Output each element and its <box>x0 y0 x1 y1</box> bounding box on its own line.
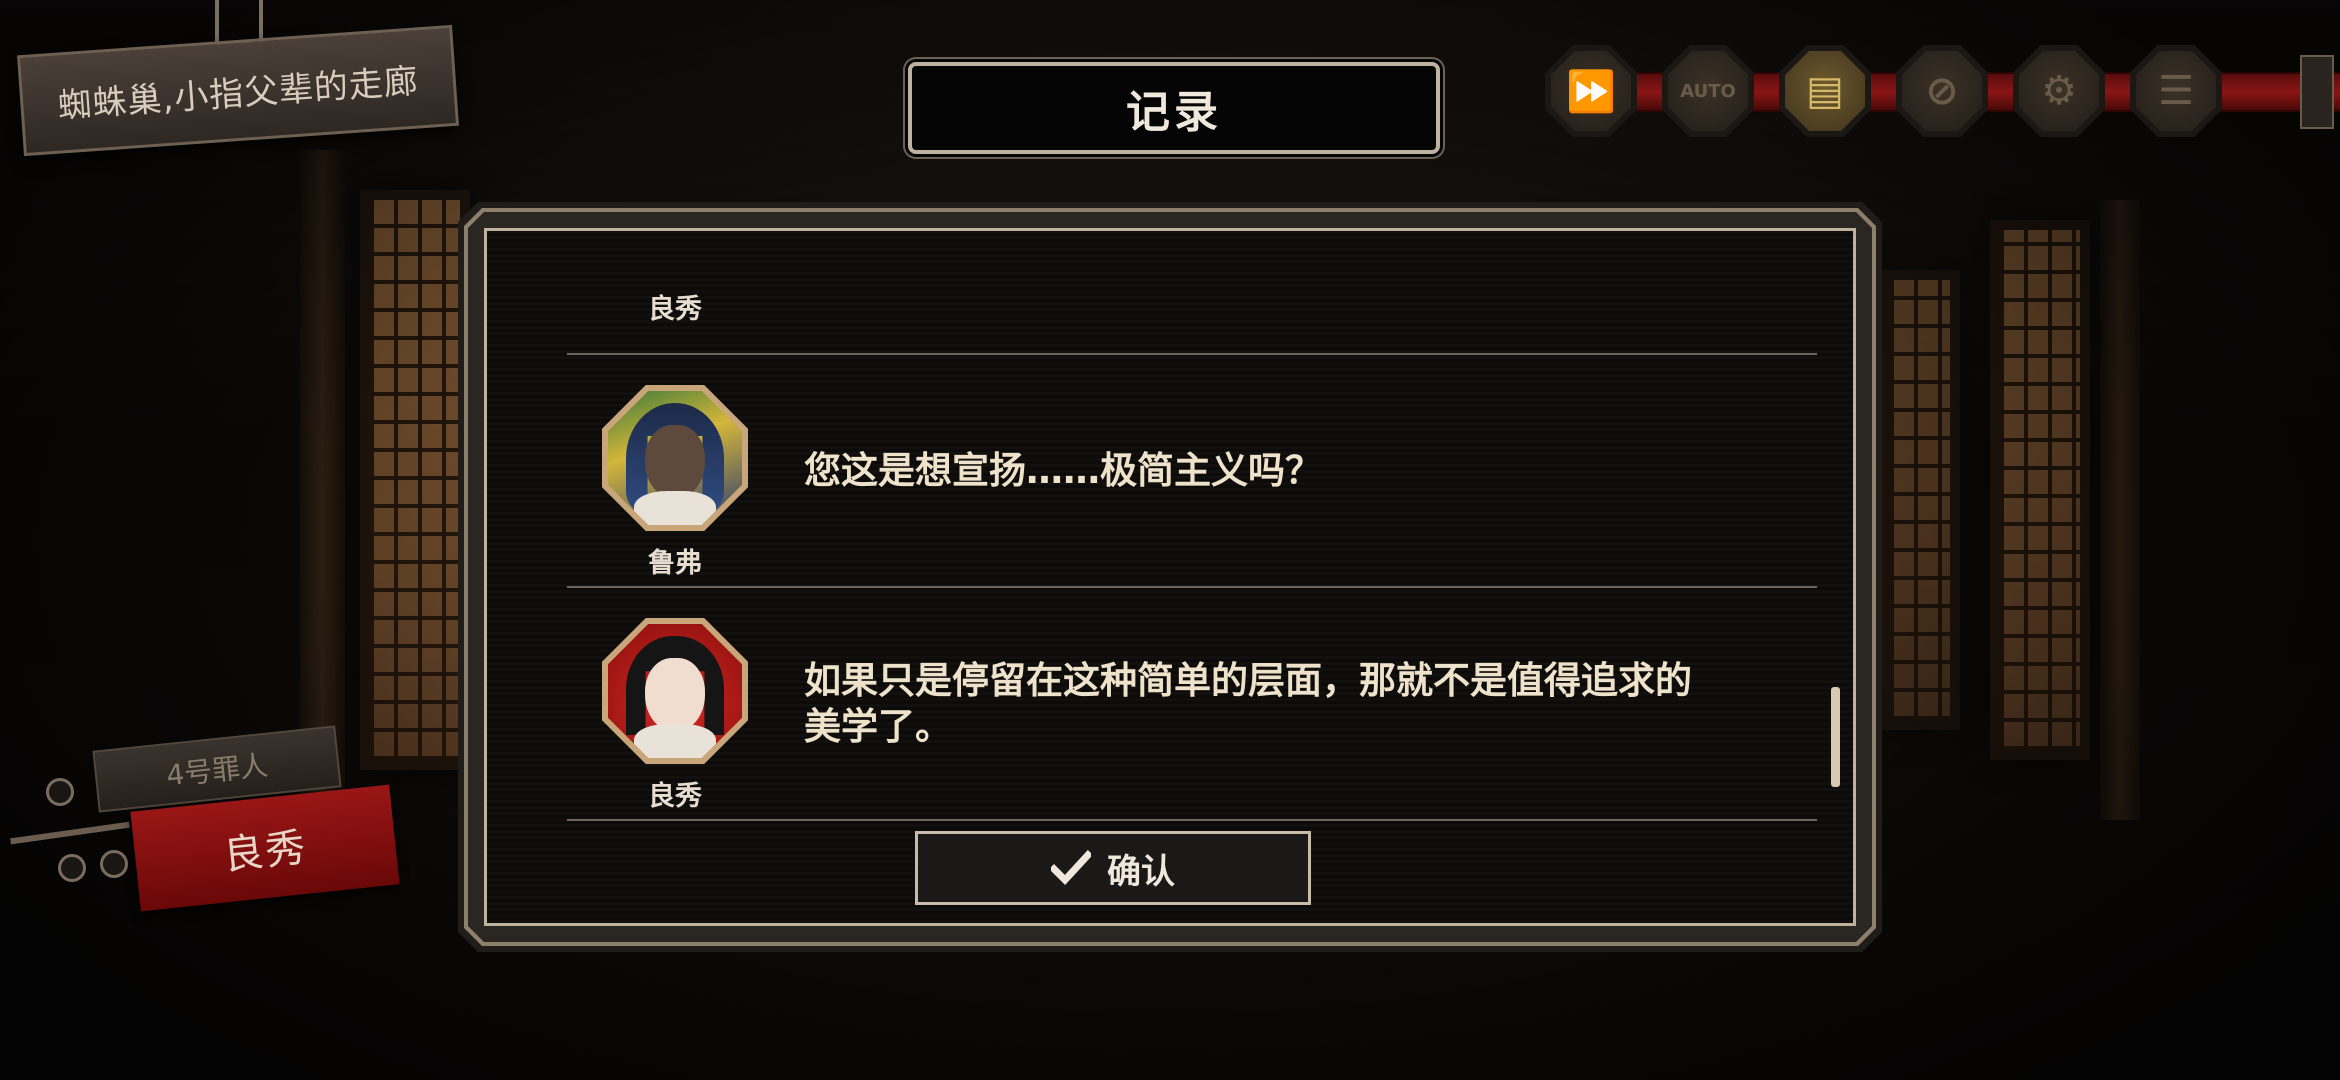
portrait-image <box>608 391 742 525</box>
speaker-name: 鲁弗 <box>648 548 702 579</box>
gear-icon: ⚙ <box>2019 51 2099 131</box>
plate-rod <box>10 821 130 845</box>
plate-knob <box>100 850 128 878</box>
top-toolbar: ⏩ AUTO ▤ ⊘ ⚙ ☰ <box>1545 35 2340 145</box>
portrait-image <box>608 624 742 758</box>
portrait-robe <box>634 491 716 525</box>
log-entry: 良秀 <box>567 261 1817 355</box>
sinner-nameplate: 4号罪人 良秀 <box>0 720 420 920</box>
log-scrollbar-thumb[interactable] <box>1831 687 1840 787</box>
speaker-name: 良秀 <box>648 294 702 325</box>
background-shoji-screen <box>1990 220 2090 760</box>
log-entry-list[interactable]: 良秀 鲁弗 您这是想宣扬……极简主义吗？ 良秀 如果只是停留在这种简单的层面，那… <box>567 261 1817 821</box>
log-panel-content: 良秀 鲁弗 您这是想宣扬……极简主义吗？ 良秀 如果只是停留在这种简单的层面，那… <box>484 228 1856 926</box>
background-pillar <box>2100 200 2140 820</box>
portrait-face <box>645 658 705 732</box>
background-shoji-screen <box>1880 270 1960 730</box>
confirm-label: 确认 <box>1107 851 1175 892</box>
settings-button[interactable]: ⚙ <box>2013 45 2105 137</box>
auto-icon: AUTO <box>1668 51 1748 131</box>
location-banner: 蜘蛛巢,小指父辈的走廊 <box>17 24 459 157</box>
log-entry: 良秀 如果只是停留在这种简单的层面，那就不是值得追求的美学了。 <box>567 588 1817 821</box>
dialogue-text: 您这是想宣扬……极简主义吗？ <box>804 448 1322 492</box>
log-title-plate: 记录 <box>908 62 1440 154</box>
sinner-name-label: 良秀 <box>221 824 310 880</box>
fast-forward-button[interactable]: ⏩ <box>1545 45 1637 137</box>
log-panel: 良秀 鲁弗 您这是想宣扬……极简主义吗？ 良秀 如果只是停留在这种简单的层面，那… <box>458 202 1882 952</box>
portrait-face <box>645 425 705 499</box>
sinner-number-label: 4号罪人 <box>164 748 270 793</box>
menu-button[interactable]: ☰ <box>2130 45 2222 137</box>
log-button[interactable]: ▤ <box>1779 45 1871 137</box>
fast-forward-icon: ⏩ <box>1551 51 1631 131</box>
log-entry: 鲁弗 您这是想宣扬……极简主义吗？ <box>567 355 1817 588</box>
auto-button[interactable]: AUTO <box>1662 45 1754 137</box>
speaker-portrait-ryoshu <box>602 618 748 764</box>
speaker-name: 良秀 <box>648 781 702 812</box>
hide-ui-icon: ⊘ <box>1902 51 1982 131</box>
hide-ui-button[interactable]: ⊘ <box>1896 45 1988 137</box>
speaker-portrait-rufu <box>602 385 748 531</box>
dialogue-line: 您这是想宣扬……极简主义吗？ <box>804 355 1704 586</box>
dialogue-text: 如果只是停留在这种简单的层面，那就不是值得追求的美学了。 <box>804 658 1692 748</box>
log-title: 记录 <box>1126 87 1222 138</box>
dialogue-line: 如果只是停留在这种简单的层面，那就不是值得追求的美学了。 <box>804 588 1704 819</box>
location-text: 蜘蛛巢,小指父辈的走廊 <box>56 61 421 127</box>
menu-icon: ☰ <box>2136 51 2216 131</box>
toolbar-end-cap <box>2300 55 2334 129</box>
game-scene: 蜘蛛巢,小指父辈的走廊 ⏩ AUTO ▤ ⊘ ⚙ ☰ 记录 良秀 鲁弗 您这是想… <box>0 0 2340 1080</box>
check-icon <box>1051 848 1091 888</box>
background-shoji-screen <box>360 190 470 770</box>
portrait-robe <box>634 724 716 758</box>
plate-knob <box>58 854 86 882</box>
log-icon: ▤ <box>1785 51 1865 131</box>
plate-knob <box>46 778 74 806</box>
confirm-button[interactable]: 确认 <box>915 831 1311 905</box>
